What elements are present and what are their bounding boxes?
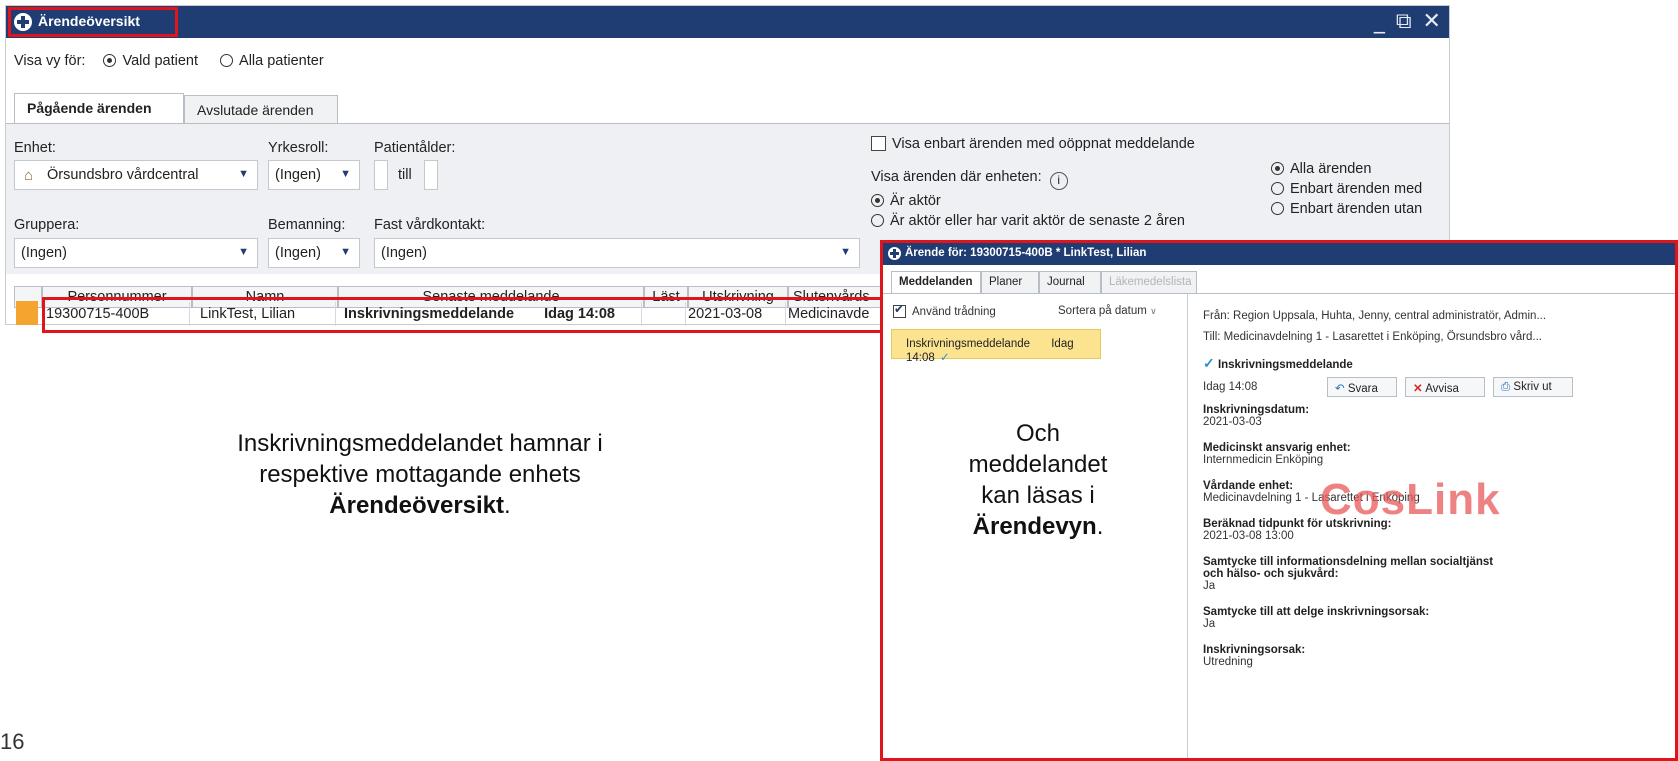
- checkbox-icon: [871, 136, 886, 151]
- age-to-label: till: [398, 167, 412, 183]
- field-block: Medicinskt ansvarig enhet: Internmedicin…: [1203, 442, 1351, 466]
- show-where-row: Visa ärenden där enheten: i: [871, 169, 1068, 190]
- radio-actor[interactable]: Är aktör: [871, 193, 941, 209]
- chevron-down-icon: ∨: [1150, 306, 1157, 316]
- printer-icon: ⎙: [1501, 381, 1511, 393]
- chevron-down-icon: ▼: [840, 246, 851, 258]
- field-block: Inskrivningsorsak: Utredning: [1203, 644, 1306, 668]
- tab-messages[interactable]: Meddelanden: [891, 271, 981, 293]
- age-from-input[interactable]: [374, 160, 388, 190]
- field-block: Samtycke till att delge inskrivningsorsa…: [1203, 606, 1430, 630]
- radio-only-without[interactable]: Enbart ärenden utan: [1271, 201, 1422, 217]
- checkmark-icon: ✓: [939, 352, 950, 364]
- window-controls[interactable]: _ ⧉ ✕: [1374, 9, 1443, 34]
- role-dropdown[interactable]: (Ingen) ▼: [268, 160, 360, 190]
- unopened-checkbox-row[interactable]: Visa enbart ärenden med oöppnat meddelan…: [871, 136, 1195, 152]
- chevron-down-icon: ▼: [340, 168, 351, 180]
- radio-all-cases[interactable]: Alla ärenden: [1271, 161, 1371, 177]
- unit-dropdown[interactable]: ⌂ Örsundsbro vårdcentral ▼: [14, 160, 258, 190]
- list-item[interactable]: Inskrivningsmeddelande Idag 14:08 ✓: [891, 329, 1101, 364]
- row-highlight-box: [42, 297, 890, 333]
- title-highlight-box: [8, 7, 178, 37]
- cross-logo-icon: [888, 247, 901, 260]
- tab-closed[interactable]: Avslutade ärenden: [184, 95, 338, 123]
- print-button[interactable]: ⎙ Skriv ut: [1493, 377, 1573, 397]
- threading-checkbox[interactable]: ✔ Använd trådning: [893, 302, 996, 318]
- group-label: Gruppera:: [14, 217, 80, 233]
- status-marker: [16, 301, 38, 325]
- reject-button[interactable]: ✕ Avvisa: [1405, 377, 1485, 397]
- unit-label: Enhet:: [14, 140, 56, 156]
- message-detail-pane: Från: Region Uppsala, Huhta, Jenny, cent…: [1189, 294, 1675, 758]
- message-fields: Inskrivningsdatum: 2021-03-03 Medicinskt…: [1203, 404, 1673, 682]
- staffing-label: Bemanning:: [268, 217, 346, 233]
- age-label: Patientålder:: [374, 140, 456, 156]
- radio-on-icon: [1271, 162, 1284, 175]
- close-icon: ✕: [1413, 383, 1423, 395]
- staffing-dropdown[interactable]: (Ingen) ▼: [268, 238, 360, 268]
- sort-dropdown[interactable]: Sortera på datum ∨: [1058, 305, 1157, 317]
- chevron-down-icon: ▼: [238, 246, 249, 258]
- left-caption: Inskrivningsmeddelandet hamnar i respekt…: [237, 430, 603, 519]
- contact-dropdown[interactable]: (Ingen) ▼: [374, 238, 860, 268]
- info-icon[interactable]: i: [1049, 172, 1068, 190]
- field-block: Inskrivningsdatum: 2021-03-03: [1203, 404, 1310, 428]
- radio-off-icon: [1271, 182, 1284, 195]
- tab-medication: Läkemedelslista: [1101, 271, 1197, 293]
- chevron-down-icon: ▼: [238, 168, 249, 180]
- to-line: Till: Medicinavdelning 1 - Lasarettet i …: [1203, 331, 1542, 343]
- age-to-input[interactable]: [424, 160, 438, 190]
- home-icon: ⌂: [24, 167, 34, 184]
- message-heading: ✓ Inskrivningsmeddelande: [1203, 355, 1353, 371]
- contact-label: Fast vårdkontakt:: [374, 217, 486, 233]
- page-number: 16: [0, 729, 25, 754]
- sub-title-bar: Ärende för: 19300715-400B * LinkTest, Li…: [883, 243, 1675, 265]
- chevron-down-icon: ▼: [340, 246, 351, 258]
- check-icon: ✔: [893, 302, 906, 318]
- radio-actor-past[interactable]: Är aktör eller har varit aktör de senast…: [871, 213, 1185, 229]
- group-dropdown[interactable]: (Ingen) ▼: [14, 238, 258, 268]
- from-line: Från: Region Uppsala, Huhta, Jenny, cent…: [1203, 310, 1547, 322]
- radio-only-with[interactable]: Enbart ärenden med: [1271, 181, 1422, 197]
- title-bar: Ärendeöversikt _ ⧉ ✕: [6, 6, 1449, 38]
- view-for-row: Visa vy för: Vald patient Alla patienter: [14, 53, 324, 69]
- message-time: Idag 14:08: [1203, 381, 1258, 393]
- tab-ongoing[interactable]: Pågående ärenden: [14, 93, 184, 123]
- role-label: Yrkesroll:: [268, 140, 329, 156]
- coslink-watermark: CosLink: [1320, 475, 1501, 524]
- reply-button[interactable]: ↶ Svara: [1327, 377, 1397, 397]
- right-caption: Och meddelandet kan läsas i Ärendevyn.: [968, 420, 1108, 540]
- case-view-window: Ärende för: 19300715-400B * LinkTest, Li…: [880, 240, 1678, 761]
- tab-plans[interactable]: Planer: [981, 271, 1039, 293]
- radio-off-icon: [871, 214, 884, 227]
- view-for-label: Visa vy för:: [14, 53, 86, 69]
- radio-on-icon: [871, 194, 884, 207]
- radio-all-patients[interactable]: Alla patienter: [220, 53, 324, 69]
- checkmark-icon: ✓: [1203, 355, 1215, 371]
- tab-journal[interactable]: Journal: [1039, 271, 1101, 293]
- field-block: Samtycke till informationsdelning mellan…: [1203, 556, 1494, 592]
- reply-icon: ↶: [1335, 383, 1345, 395]
- radio-selected-patient[interactable]: Vald patient: [103, 53, 198, 69]
- radio-off-icon: [1271, 202, 1284, 215]
- radio-off-icon: [220, 54, 234, 67]
- radio-on-icon: [103, 54, 117, 67]
